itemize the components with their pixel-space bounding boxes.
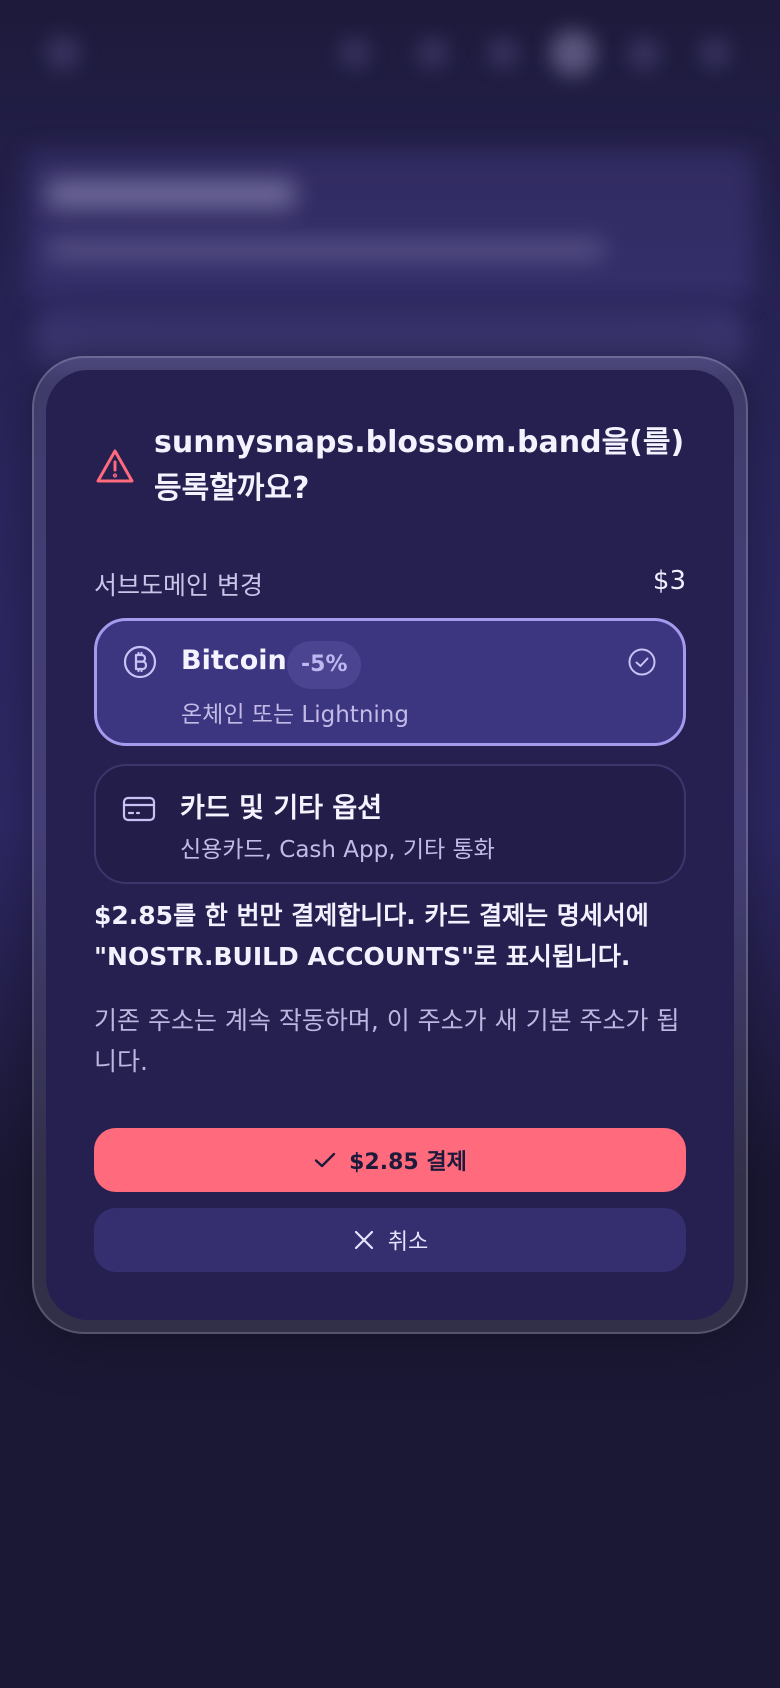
- pay-button-label: $2.85 결제: [349, 1150, 467, 1175]
- payment-option-card[interactable]: 카드 및 기타 옵션 신용카드, Cash App, 기타 통화: [94, 764, 686, 884]
- option-subtitle: 신용카드, Cash App, 기타 통화: [180, 837, 495, 863]
- option-name: Bitcoin: [181, 645, 287, 676]
- info-note: 기존 주소는 계속 작동하며, 이 주소가 새 기본 주소가 됩니다.: [94, 1006, 680, 1076]
- payment-option-bitcoin[interactable]: Bitcoin -5% 온체인 또는 Lightning: [94, 618, 686, 746]
- blurred-nav-icon: [628, 38, 660, 70]
- cancel-button-label: 취소: [387, 1230, 429, 1255]
- blurred-nav-icon: [700, 38, 730, 68]
- blurred-menu-icon: [46, 36, 80, 70]
- option-subtitle: 온체인 또는 Lightning: [181, 702, 409, 728]
- discount-badge: -5%: [287, 641, 362, 689]
- blurred-card: [26, 150, 754, 300]
- blurred-nav-icon: [488, 38, 518, 68]
- check-circle-icon: [628, 648, 656, 676]
- check-icon: [314, 1152, 336, 1168]
- option-name: 카드 및 기타 옵션: [180, 793, 383, 824]
- cancel-button[interactable]: 취소: [94, 1208, 686, 1272]
- blurred-heading: [46, 180, 296, 208]
- dialog-title: sunnysnaps.blossom.band을(를) 등록할까요?: [154, 425, 685, 506]
- line-item-label: 서브도메인 변경: [94, 571, 263, 600]
- bitcoin-icon: [123, 645, 157, 679]
- warning-triangle-icon: [96, 449, 134, 483]
- blurred-nav-icon: [340, 38, 370, 68]
- blurred-nav-icon: [418, 38, 448, 68]
- blurred-avatar: [550, 30, 596, 76]
- blurred-subtext: [46, 240, 606, 260]
- line-item-price: $3: [652, 566, 686, 596]
- credit-card-icon: [122, 796, 156, 822]
- billing-note: $2.85를 한 번만 결제합니다. 카드 결제는 명세서에 "NOSTR.BU…: [94, 901, 649, 971]
- pay-button[interactable]: $2.85 결제: [94, 1128, 686, 1192]
- close-icon: [354, 1230, 373, 1250]
